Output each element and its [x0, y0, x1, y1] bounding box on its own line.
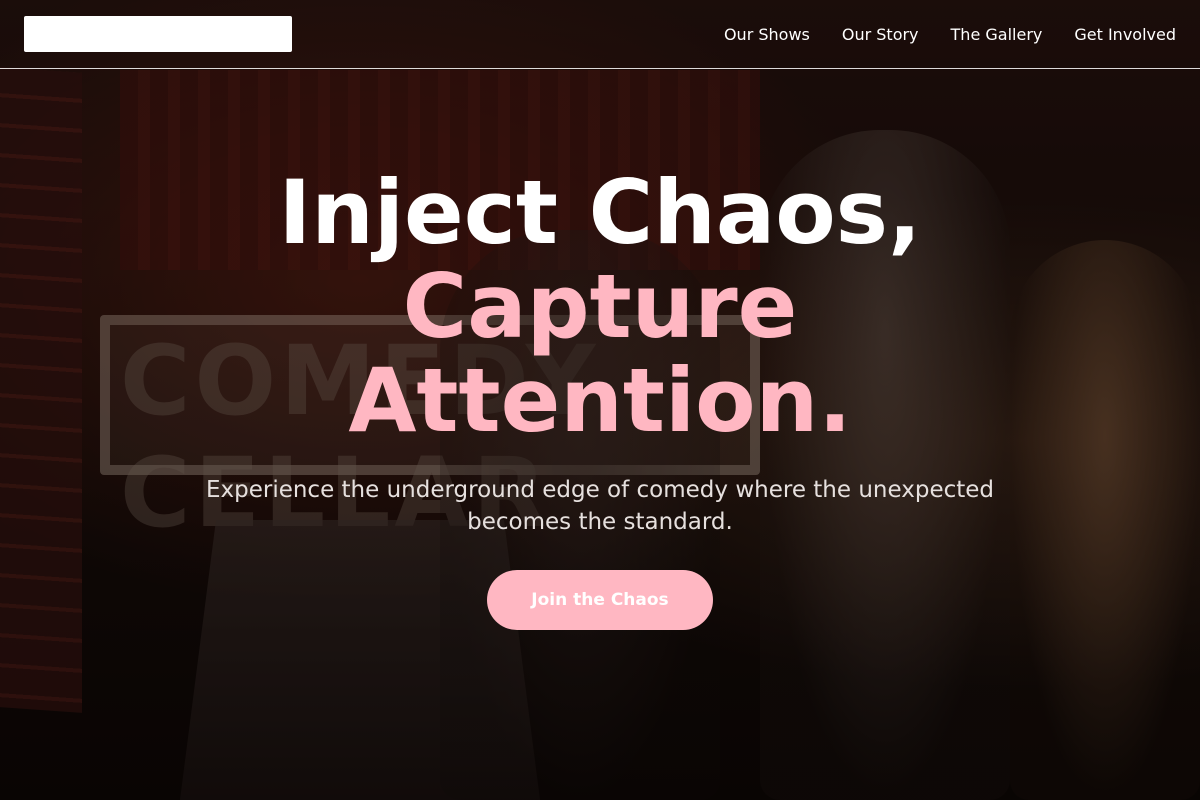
headline-line-2: Capture — [402, 255, 798, 358]
nav-links: Our Shows Our Story The Gallery Get Invo… — [724, 0, 1176, 68]
hero-subtitle: Experience the underground edge of comed… — [205, 477, 995, 535]
headline-line-1: Inject Chaos, — [278, 161, 922, 264]
headline-line-3: Attention. — [348, 349, 852, 452]
hero-section: COMEDY CELLAR Our Shows Our Story The Ga… — [0, 0, 1200, 800]
top-navigation: Our Shows Our Story The Gallery Get Invo… — [0, 0, 1200, 69]
nav-link-our-story[interactable]: Our Story — [842, 25, 919, 44]
hero-headline: Inject Chaos, Capture Attention. — [0, 166, 1200, 448]
nav-link-get-involved[interactable]: Get Involved — [1074, 25, 1176, 44]
join-the-chaos-button[interactable]: Join the Chaos — [487, 570, 713, 630]
nav-link-the-gallery[interactable]: The Gallery — [951, 25, 1043, 44]
site-logo[interactable] — [24, 16, 292, 52]
nav-link-our-shows[interactable]: Our Shows — [724, 25, 810, 44]
